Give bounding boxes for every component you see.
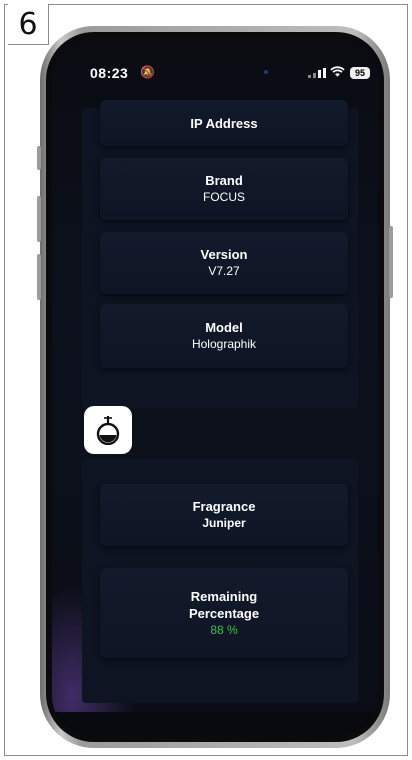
model-value: Holographik (191, 337, 257, 351)
version-card[interactable]: Version V7.27 (100, 232, 348, 294)
model-card[interactable]: Model Holographik (100, 304, 348, 368)
fragrance-card[interactable]: Fragrance Juniper (100, 484, 348, 546)
model-label: Model (205, 320, 243, 335)
remaining-label-line1: Remaining (190, 588, 258, 604)
perfume-bottle-graphic (96, 416, 120, 445)
remaining-percentage-card[interactable]: Remaining Percentage 88 % (100, 568, 348, 658)
ip-address-card[interactable]: IP Address (100, 100, 348, 146)
volume-up-button (37, 196, 41, 242)
signal-icon (308, 68, 326, 78)
fragrance-value: Juniper (202, 516, 246, 530)
home-indicator-area (52, 712, 378, 736)
status-time: 08:23 (90, 65, 129, 81)
battery-icon: 95 (350, 67, 370, 79)
remaining-label-line2: Percentage (188, 605, 260, 621)
volume-down-button (37, 254, 41, 300)
status-bar: 08:23 🔕 95 (52, 38, 378, 98)
phone-screen: 08:23 🔕 95 IP Address Brand FOCUS Versio… (52, 38, 378, 736)
ip-address-label: IP Address (190, 115, 258, 131)
fragrance-label: Fragrance (192, 499, 256, 514)
camera-dot (264, 70, 268, 74)
remaining-value: 88 % (210, 622, 238, 637)
brand-card[interactable]: Brand FOCUS (100, 158, 348, 220)
mute-icon: 🔕 (140, 65, 155, 79)
phone-device: 08:23 🔕 95 IP Address Brand FOCUS Versio… (37, 26, 393, 748)
power-button (389, 226, 393, 298)
version-label: Version (200, 247, 248, 262)
version-value: V7.27 (208, 264, 240, 278)
brand-label: Brand (205, 173, 243, 188)
wifi-icon (330, 66, 345, 77)
action-button (37, 146, 41, 170)
step-number: 6 (8, 4, 49, 45)
perfume-bottle-icon[interactable] (84, 406, 132, 454)
brand-value: FOCUS (203, 190, 245, 204)
